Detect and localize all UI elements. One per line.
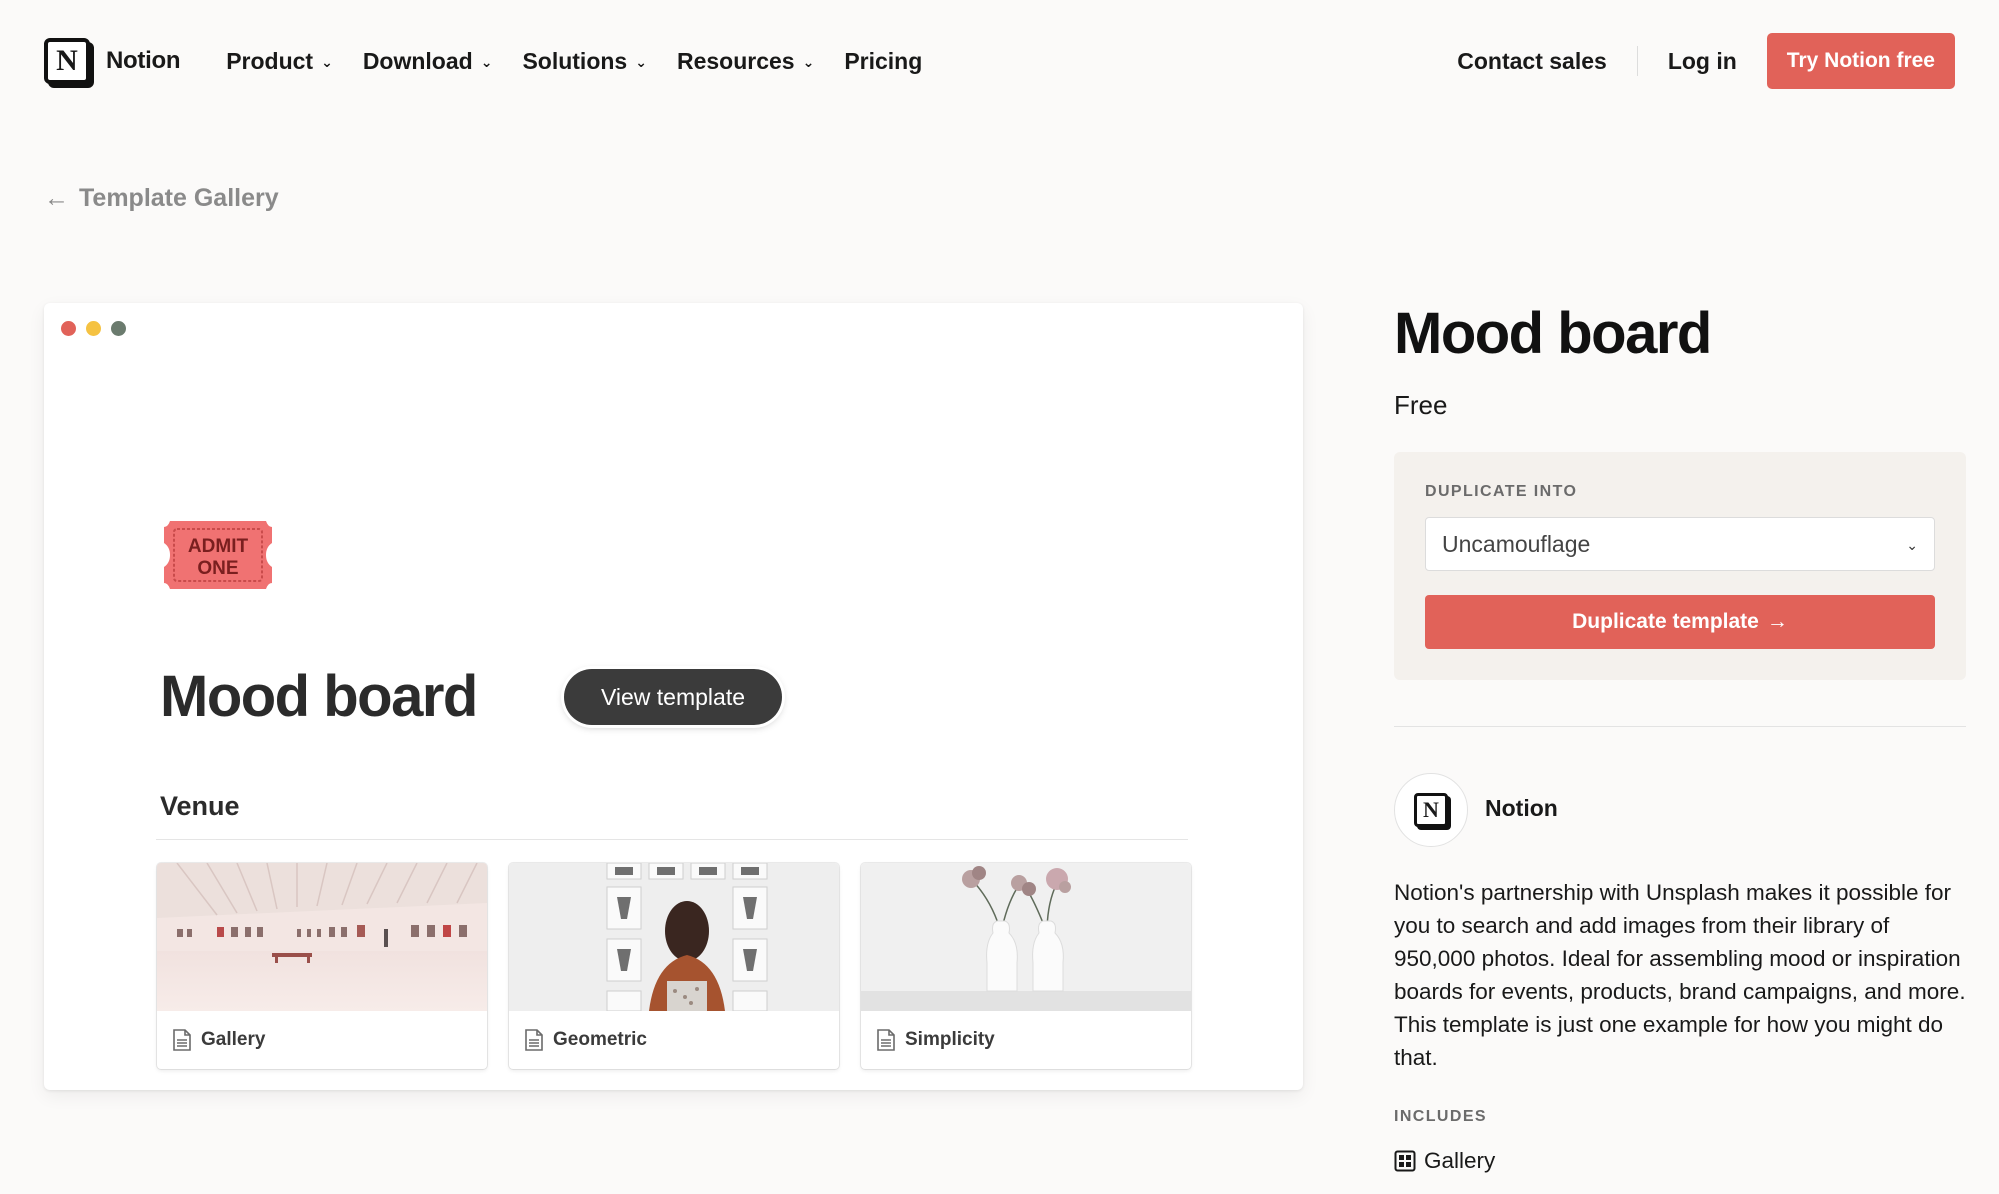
includes-label: INCLUDES <box>1394 1108 1487 1125</box>
window-minimize-dot <box>86 321 101 336</box>
notion-logo-icon: N <box>44 38 90 84</box>
chevron-down-icon: ⌄ <box>480 53 493 70</box>
duplicate-into-label: DUPLICATE INTO <box>1425 483 1578 500</box>
back-link-label: Template Gallery <box>79 184 279 212</box>
nav-item-download[interactable]: Download ⌄ <box>363 48 493 75</box>
nav-item-label: Pricing <box>844 47 923 74</box>
chevron-down-icon: ⌄ <box>321 53 333 70</box>
page-icon <box>877 1029 895 1051</box>
ticket-text-admit: ADMIT <box>188 536 249 557</box>
chevron-down-icon: ⌄ <box>635 53 647 70</box>
template-title: Mood board <box>1394 301 1712 366</box>
notion-logo-icon: N <box>1414 793 1448 827</box>
gallery-card-geometric[interactable]: Geometric <box>509 863 839 1069</box>
duplicate-template-button[interactable]: Duplicate template → <box>1425 595 1935 649</box>
nav-menu: Product ⌄ Download ⌄ Solutions ⌄ Resourc… <box>226 48 922 75</box>
author-name[interactable]: Notion <box>1485 795 1558 822</box>
nav-item-label: Resources <box>676 47 795 74</box>
back-to-template-gallery-link[interactable]: ← Template Gallery <box>44 184 279 213</box>
window-controls <box>61 321 126 336</box>
card-label: Simplicity <box>861 1011 1191 1069</box>
nav-item-resources[interactable]: Resources ⌄ <box>677 48 814 75</box>
chevron-down-icon: ⌄ <box>802 53 815 70</box>
gallery-card-simplicity[interactable]: Simplicity <box>861 863 1191 1069</box>
card-label: Gallery <box>157 1011 487 1069</box>
view-template-button[interactable]: View template <box>564 669 782 725</box>
nav-item-solutions[interactable]: Solutions ⌄ <box>522 48 647 75</box>
nav-divider <box>1636 46 1638 76</box>
page-icon <box>525 1029 543 1051</box>
author-avatar[interactable]: N <box>1394 773 1468 847</box>
workspace-select-value: Uncamouflage <box>1442 530 1591 557</box>
brand-name: Notion <box>106 47 181 74</box>
includes-item-gallery: Gallery <box>1394 1148 1495 1174</box>
nav-item-pricing[interactable]: Pricing <box>844 48 922 75</box>
window-close-dot <box>61 321 76 336</box>
ticket-text-one: ONE <box>197 558 238 579</box>
try-notion-free-button[interactable]: Try Notion free <box>1766 33 1955 89</box>
nav-item-label: Download <box>362 47 473 74</box>
card-title: Geometric <box>553 1029 647 1050</box>
window-maximize-dot <box>111 321 126 336</box>
card-title: Gallery <box>201 1029 266 1050</box>
includes-item-label: Gallery <box>1424 1148 1496 1173</box>
login-link[interactable]: Log in <box>1668 48 1737 75</box>
page-icon <box>173 1029 191 1051</box>
contact-sales-link[interactable]: Contact sales <box>1457 48 1607 75</box>
card-label: Geometric <box>509 1011 839 1069</box>
white-vases-with-flowers-photo <box>861 863 1191 1011</box>
nav-item-label: Solutions <box>522 47 628 74</box>
workspace-select[interactable]: Uncamouflage ⌄ <box>1425 517 1935 571</box>
nav-item-label: Product <box>226 47 314 74</box>
template-price: Free <box>1394 390 1448 420</box>
arrow-right-icon: → <box>1766 610 1788 633</box>
nav-actions: Contact sales Log in Try Notion free <box>1457 33 1955 89</box>
venue-divider <box>156 839 1188 840</box>
top-nav: N Notion Product ⌄ Download ⌄ Solutions … <box>0 0 1999 122</box>
arrow-left-icon: ← <box>44 184 69 212</box>
nav-item-product[interactable]: Product ⌄ <box>226 48 333 75</box>
woman-viewing-framed-prints-photo <box>509 863 839 1011</box>
gallery-cards: Gallery Geometric Simplicity <box>157 863 1191 1069</box>
duplicate-button-label: Duplicate template <box>1572 610 1759 633</box>
white-gallery-hall-photo <box>157 863 487 1011</box>
template-description: Notion's partnership with Unsplash makes… <box>1394 880 1966 1070</box>
template-preview-window: ADMIT ONE Mood board View template Venue <box>44 303 1303 1090</box>
duplicate-panel: DUPLICATE INTO Uncamouflage ⌄ Duplicate … <box>1394 452 1966 680</box>
gallery-view-icon <box>1394 1150 1416 1172</box>
venue-heading: Venue <box>160 791 240 821</box>
admit-one-ticket-icon: ADMIT ONE <box>162 517 274 593</box>
sidebar-divider <box>1394 726 1966 727</box>
gallery-card-gallery[interactable]: Gallery <box>157 863 487 1069</box>
preview-page-title: Mood board <box>160 664 478 729</box>
brand-link[interactable]: N Notion <box>44 38 180 84</box>
card-title: Simplicity <box>905 1029 995 1050</box>
chevron-down-icon: ⌄ <box>1906 536 1918 553</box>
